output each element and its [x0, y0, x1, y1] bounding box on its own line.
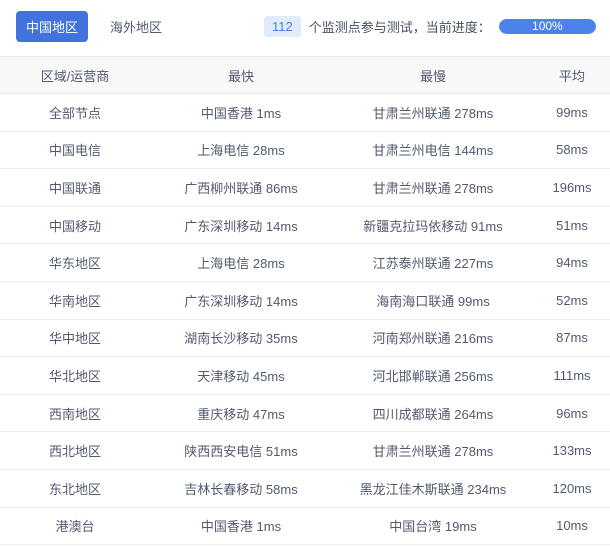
cell-slowest: 新疆克拉玛依移动 91ms — [332, 206, 534, 245]
cell-average: 111ms — [534, 356, 610, 395]
table-header-row: 区域/运营商 最快 最慢 平均 — [0, 56, 610, 94]
cell-slowest: 甘肃兰州联通 278ms — [332, 168, 534, 207]
table-row: 中国联通 广西柳州联通 86ms 甘肃兰州联通 278ms 196ms — [0, 168, 610, 207]
table-row: 中国移动 广东深圳移动 14ms 新疆克拉玛依移动 91ms 51ms — [0, 206, 610, 245]
cell-fastest: 中国香港 1ms — [150, 93, 332, 132]
cell-average: 133ms — [534, 431, 610, 470]
cell-fastest: 广西柳州联通 86ms — [150, 168, 332, 207]
cell-average: 96ms — [534, 394, 610, 433]
cell-slowest: 四川成都联通 264ms — [332, 394, 534, 433]
cell-average: 10ms — [534, 507, 610, 546]
cell-fastest: 天津移动 45ms — [150, 356, 332, 395]
progress-fill: 100% — [498, 18, 596, 34]
cell-region: 中国联通 — [0, 168, 150, 207]
cell-fastest: 广东深圳移动 14ms — [150, 281, 332, 320]
header-region: 区域/运营商 — [0, 56, 150, 94]
toolbar: 中国地区 海外地区 112 个监测点参与测试，当前进度： 100% — [0, 0, 610, 56]
cell-slowest: 海南海口联通 99ms — [332, 281, 534, 320]
monitor-count-badge: 112 — [264, 15, 301, 37]
cell-region: 全部节点 — [0, 93, 150, 132]
cell-average: 51ms — [534, 206, 610, 245]
cell-fastest: 中国香港 1ms — [150, 507, 332, 546]
cell-region: 港澳台 — [0, 507, 150, 546]
cell-region: 华东地区 — [0, 243, 150, 282]
cell-fastest: 湖南长沙移动 35ms — [150, 319, 332, 358]
cell-region: 西北地区 — [0, 431, 150, 470]
cell-slowest: 甘肃兰州联通 278ms — [332, 93, 534, 132]
cell-slowest: 江苏泰州联通 227ms — [332, 243, 534, 282]
table-row: 华南地区 广东深圳移动 14ms 海南海口联通 99ms 52ms — [0, 281, 610, 320]
cell-slowest: 河北邯郸联通 256ms — [332, 356, 534, 395]
cell-average: 99ms — [534, 93, 610, 132]
table-row: 港澳台 中国香港 1ms 中国台湾 19ms 10ms — [0, 507, 610, 546]
monitor-label: 个监测点参与测试，当前进度： — [308, 19, 491, 35]
cell-fastest: 广东深圳移动 14ms — [150, 206, 332, 245]
tab-china-region[interactable]: 中国地区 — [16, 10, 89, 42]
cell-average: 196ms — [534, 168, 610, 207]
progress-percent-label: 100% — [532, 18, 563, 33]
table-row: 华中地区 湖南长沙移动 35ms 河南郑州联通 216ms 87ms — [0, 319, 610, 358]
cell-region: 华北地区 — [0, 356, 150, 395]
cell-fastest: 陕西西安电信 51ms — [150, 431, 332, 470]
cell-region: 中国电信 — [0, 131, 150, 170]
cell-slowest: 河南郑州联通 216ms — [332, 319, 534, 358]
header-slowest: 最慢 — [332, 56, 534, 94]
table-row: 西南地区 重庆移动 47ms 四川成都联通 264ms 96ms — [0, 394, 610, 433]
progress-bar: 100% — [498, 18, 596, 34]
header-average: 平均 — [534, 56, 610, 94]
cell-average: 94ms — [534, 243, 610, 282]
cell-slowest: 中国台湾 19ms — [332, 507, 534, 546]
table-row: 东北地区 吉林长春移动 58ms 黑龙江佳木斯联通 234ms 120ms — [0, 469, 610, 508]
table-row: 华东地区 上海电信 28ms 江苏泰州联通 227ms 94ms — [0, 243, 610, 282]
cell-average: 120ms — [534, 469, 610, 508]
cell-slowest: 甘肃兰州联通 278ms — [332, 431, 534, 470]
cell-average: 52ms — [534, 281, 610, 320]
ping-results-table: 区域/运营商 最快 最慢 平均 全部节点 中国香港 1ms 甘肃兰州联通 278ms… — [0, 56, 610, 546]
cell-slowest: 黑龙江佳木斯联通 234ms — [332, 469, 534, 508]
cell-region: 西南地区 — [0, 394, 150, 433]
cell-average: 87ms — [534, 319, 610, 358]
cell-region: 华中地区 — [0, 319, 150, 358]
cell-average: 58ms — [534, 131, 610, 170]
cell-slowest: 甘肃兰州电信 144ms — [332, 131, 534, 170]
header-fastest: 最快 — [150, 56, 332, 94]
cell-fastest: 重庆移动 47ms — [150, 394, 332, 433]
cell-fastest: 上海电信 28ms — [150, 131, 332, 170]
cell-fastest: 上海电信 28ms — [150, 243, 332, 282]
table-row: 全部节点 中国香港 1ms 甘肃兰州联通 278ms 99ms — [0, 93, 610, 132]
results-body: 全部节点 中国香港 1ms 甘肃兰州联通 278ms 99ms 中国电信 上海电信 28m… — [0, 93, 610, 546]
cell-region: 东北地区 — [0, 469, 150, 508]
cell-region: 华南地区 — [0, 281, 150, 320]
table-row: 西北地区 陕西西安电信 51ms 甘肃兰州联通 278ms 133ms — [0, 431, 610, 470]
table-row: 中国电信 上海电信 28ms 甘肃兰州电信 144ms 58ms — [0, 131, 610, 170]
cell-fastest: 吉林长春移动 58ms — [150, 469, 332, 508]
tab-overseas-region[interactable]: 海外地区 — [100, 11, 172, 42]
table-row: 华北地区 天津移动 45ms 河北邯郸联通 256ms 111ms — [0, 356, 610, 395]
cell-region: 中国移动 — [0, 206, 150, 245]
